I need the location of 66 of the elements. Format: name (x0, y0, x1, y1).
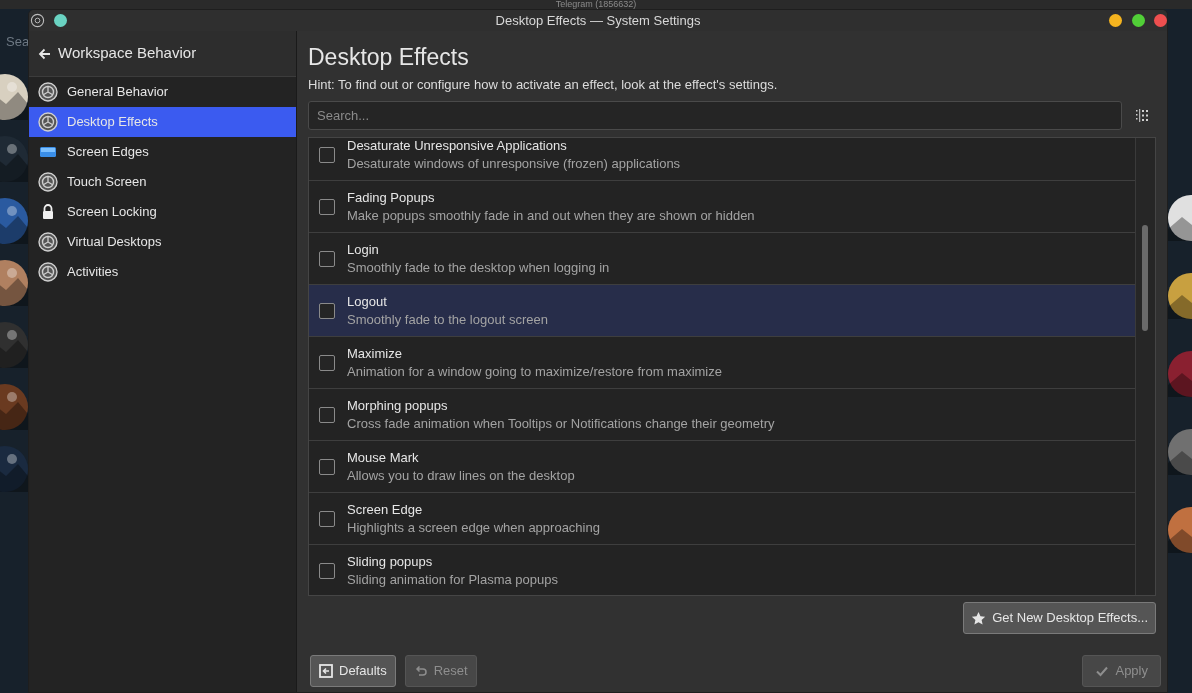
sidebar-item[interactable]: Screen Locking (29, 197, 296, 227)
maximize-button[interactable] (1132, 14, 1145, 27)
sidebar-item[interactable]: Virtual Desktops (29, 227, 296, 257)
scrollbar-thumb[interactable] (1142, 225, 1148, 331)
defaults-button[interactable]: Defaults (310, 655, 396, 687)
checkbox[interactable] (319, 458, 335, 475)
sidebar-title: Workspace Behavior (58, 43, 197, 64)
effect-row[interactable]: Logout Smoothly fade to the logout screen (309, 285, 1135, 337)
get-new-button[interactable]: Get New Desktop Effects... (963, 602, 1156, 634)
effect-name: Maximize (347, 344, 403, 363)
sidebar-item[interactable]: Desktop Effects (29, 107, 296, 137)
effect-name: Screen Edge (347, 500, 424, 519)
effect-description: Make popups smoothly fade in and out when they are shown or hidden (347, 206, 755, 225)
close-button[interactable] (1154, 14, 1167, 27)
checkbox[interactable] (319, 406, 335, 423)
page-title: Desktop Effects (308, 43, 470, 72)
sidebar-item[interactable]: General Behavior (29, 77, 296, 107)
gear-icon (38, 172, 58, 192)
effect-description: Desaturate windows of unresponsive (frozen) applications (347, 154, 681, 173)
sidebar-item[interactable]: Activities (29, 257, 296, 287)
gear-icon (38, 232, 58, 252)
checkbox[interactable] (319, 302, 335, 319)
effect-name: Fading Popups (347, 188, 436, 207)
effect-name: Desaturate Unresponsive Applications (347, 138, 568, 155)
effect-row[interactable]: Maximize Animation for a window going to maximize/restore from maximize (309, 337, 1135, 389)
checkbox[interactable] (319, 510, 335, 527)
effect-name: Mouse Mark (347, 448, 420, 467)
effect-row[interactable]: Screen Edge Highlights a screen edge when approaching (309, 493, 1135, 545)
layout-grid-icon[interactable] (1136, 108, 1150, 123)
checkbox[interactable] (319, 146, 335, 163)
gear-icon (38, 112, 58, 132)
checkbox[interactable] (319, 250, 335, 267)
undo-icon (413, 664, 428, 678)
effect-row[interactable]: Morphing popups Cross fade animation when Tooltips or Notifications change their geometry (309, 389, 1135, 441)
effect-description: Allows you to draw lines on the desktop (347, 466, 575, 485)
pin-button[interactable] (54, 14, 67, 27)
effect-row[interactable]: Fading Popups Make popups smoothly fade in and out when they are shown or hidden (309, 181, 1135, 233)
effect-name: Login (347, 240, 380, 259)
effect-name: Logout (347, 292, 388, 311)
effect-description: Smoothly fade to the logout screen (347, 310, 548, 329)
star-icon (971, 610, 987, 626)
background-window-title: Telegram (1856632) (555, 0, 637, 9)
effect-description: Sliding animation for Plasma popups (347, 570, 558, 589)
effect-name: Morphing popups (347, 396, 449, 415)
check-icon (1095, 664, 1110, 678)
gear-icon (38, 262, 58, 282)
window-title: Desktop Effects — System Settings (495, 11, 701, 30)
checkbox[interactable] (319, 354, 335, 371)
effect-description: Cross fade animation when Tooltips or Notifications change their geometry (347, 414, 775, 433)
effect-description: Animation for a window going to maximize/restore from maximize (347, 362, 722, 381)
checkbox[interactable] (319, 198, 335, 215)
defaults-icon (319, 664, 333, 678)
hint-text: Hint: To find out or configure how to activate an effect, look at the effect's settings. (308, 77, 779, 93)
back-arrow-icon[interactable] (38, 46, 52, 61)
gear-icon (38, 82, 58, 102)
effect-description: Smoothly fade to the desktop when logging in (347, 258, 610, 277)
effect-row[interactable]: Desaturate Unresponsive Applications Desaturate windows of unresponsive (frozen) applications (309, 138, 1135, 181)
checkbox[interactable] (319, 562, 335, 579)
sidebar-item[interactable]: Touch Screen (29, 167, 296, 197)
effect-description: Highlights a screen edge when approaching (347, 518, 600, 537)
sidebar-item[interactable]: Screen Edges (29, 137, 296, 167)
minimize-button[interactable] (1109, 14, 1122, 27)
effect-name: Sliding popups (347, 552, 434, 571)
settings-icon[interactable] (30, 13, 45, 28)
effect-row[interactable]: Mouse Mark Allows you to draw lines on the desktop (309, 441, 1135, 493)
search-field[interactable]: Search... (308, 101, 1122, 130)
